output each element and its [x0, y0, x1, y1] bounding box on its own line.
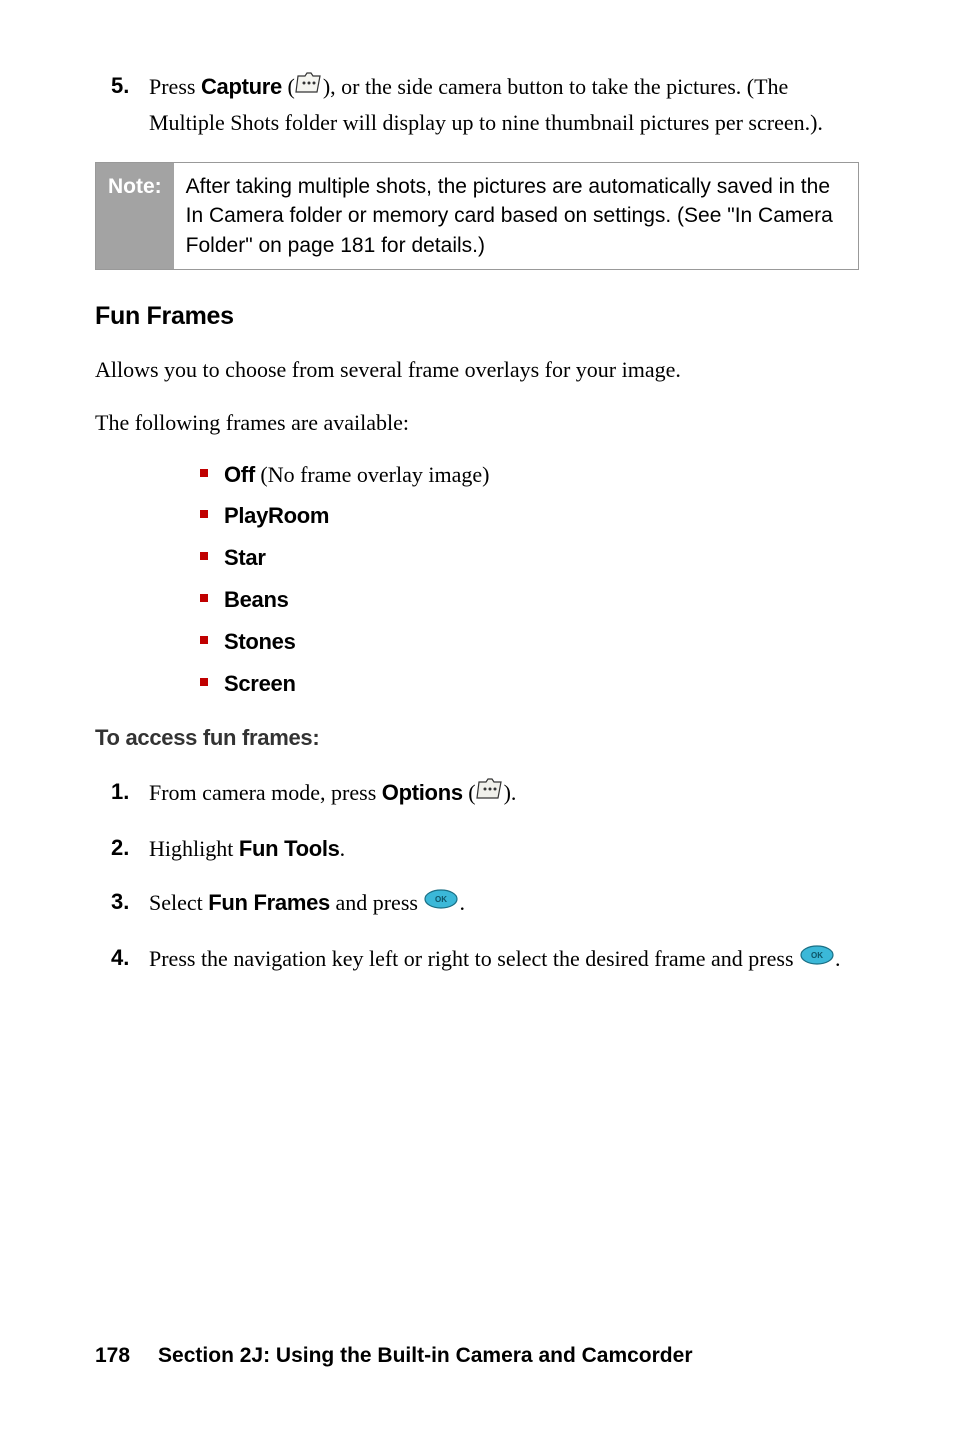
step-body: Highlight Fun Tools. [149, 832, 345, 866]
page-number: 178 [95, 1341, 130, 1371]
text: Press the navigation key left or right t… [149, 946, 799, 971]
section-title: Section 2J: Using the Built-in Camera an… [158, 1341, 692, 1371]
step-body: Select Fun Frames and press OK. [149, 886, 465, 922]
text: and press [330, 890, 423, 915]
text: From camera mode, press [149, 780, 382, 805]
text: Select [149, 890, 208, 915]
list-item: PlayRoom [200, 500, 859, 532]
paragraph-intro: Allows you to choose from several frame … [95, 353, 859, 386]
item-name: Beans [224, 587, 289, 612]
heading-fun-frames: Fun Frames [95, 298, 859, 334]
step-number: 3. [111, 886, 149, 922]
list-item: Off (No frame overlay image) [200, 459, 859, 491]
item-name: Stones [224, 629, 296, 654]
funtools-label: Fun Tools [239, 836, 340, 861]
step-body: From camera mode, press Options (). [149, 776, 516, 812]
paragraph-list-intro: The following frames are available: [95, 406, 859, 439]
text: . [835, 946, 841, 971]
subheading-access: To access fun frames: [95, 722, 859, 754]
step-number: 4. [111, 942, 149, 978]
step-3: 3. Select Fun Frames and press OK. [95, 886, 859, 922]
text: ( [282, 74, 295, 99]
options-label: Options [382, 780, 463, 805]
item-desc: (No frame overlay image) [255, 462, 490, 487]
item-name: Star [224, 545, 266, 570]
ok-button-icon: OK [423, 886, 459, 920]
note-box: Note: After taking multiple shots, the p… [95, 162, 859, 270]
folder-dots-icon [476, 776, 504, 810]
item-name: Screen [224, 671, 296, 696]
text: . [340, 836, 346, 861]
step-body: Press Capture (), or the side camera but… [149, 70, 859, 140]
svg-text:OK: OK [435, 895, 447, 904]
text: . [459, 890, 465, 915]
text: ). [504, 780, 517, 805]
step-number: 5. [111, 70, 149, 140]
funframes-label: Fun Frames [208, 890, 330, 915]
svg-text:OK: OK [811, 951, 823, 960]
capture-label: Capture [201, 74, 282, 99]
list-item: Stones [200, 626, 859, 658]
steps-list: 1. From camera mode, press Options (). 2… [95, 776, 859, 978]
step-5: 5. Press Capture (), or the side camera … [95, 70, 859, 140]
text: ( [463, 780, 476, 805]
step-number: 2. [111, 832, 149, 866]
frames-list: Off (No frame overlay image) PlayRoom St… [95, 459, 859, 700]
folder-dots-icon [295, 70, 323, 104]
step-1: 1. From camera mode, press Options (). [95, 776, 859, 812]
item-name: Off [224, 462, 255, 487]
note-label: Note: [96, 163, 174, 270]
note-body: After taking multiple shots, the picture… [174, 163, 859, 270]
list-item: Screen [200, 668, 859, 700]
step-4: 4. Press the navigation key left or righ… [95, 942, 859, 978]
list-item: Star [200, 542, 859, 574]
ok-button-icon: OK [799, 942, 835, 976]
step-number: 1. [111, 776, 149, 812]
list-item: Beans [200, 584, 859, 616]
text: Highlight [149, 836, 239, 861]
page-footer: 178 Section 2J: Using the Built-in Camer… [95, 1341, 859, 1371]
step-2: 2. Highlight Fun Tools. [95, 832, 859, 866]
step-body: Press the navigation key left or right t… [149, 942, 841, 978]
text: Press [149, 74, 201, 99]
item-name: PlayRoom [224, 503, 329, 528]
